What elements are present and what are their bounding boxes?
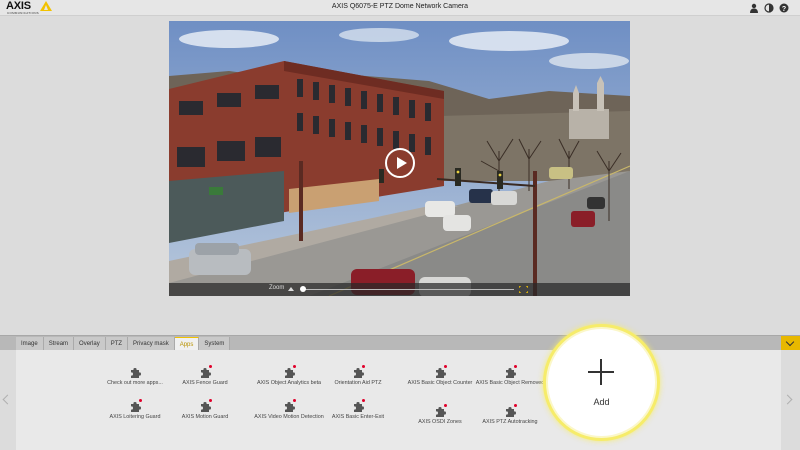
puzzle-icon	[434, 404, 447, 417]
status-dot-icon	[362, 399, 365, 402]
app-tile[interactable]: AXIS PTZ Autotracking	[465, 404, 555, 426]
puzzle-icon	[283, 399, 296, 412]
app-tile[interactable]: Orientation Aid PTZ	[313, 365, 403, 387]
status-dot-icon	[209, 399, 212, 402]
puzzle-icon	[434, 365, 447, 378]
app-tile[interactable]: AXIS Fence Guard	[160, 365, 250, 387]
help-icon[interactable]: ?	[779, 3, 789, 13]
page-title: AXIS Q6075-E PTZ Dome Network Camera	[331, 3, 469, 10]
zoom-slider[interactable]	[302, 289, 514, 290]
tab-apps[interactable]: Apps	[174, 337, 200, 351]
puzzle-icon	[129, 399, 142, 412]
puzzle-icon	[504, 365, 517, 378]
svg-text:?: ?	[782, 6, 786, 13]
user-icon[interactable]	[749, 3, 759, 13]
app-label: AXIS Fence Guard	[182, 380, 228, 386]
zoom-label: Zoom	[269, 285, 285, 291]
app-label: AXIS Motion Guard	[181, 414, 229, 420]
app-tile[interactable]: AXIS Motion Guard	[160, 399, 250, 421]
collapse-panel-button[interactable]	[781, 336, 800, 350]
top-bar: AXIS COMMUNICATIONS AXIS Q6075-E PTZ Dom…	[0, 0, 800, 16]
chevron-left-icon	[2, 394, 13, 405]
focus-icon[interactable]	[519, 286, 528, 293]
puzzle-icon	[504, 404, 517, 417]
tab-ptz[interactable]: PTZ	[105, 337, 129, 351]
plus-icon	[588, 359, 614, 385]
status-dot-icon	[293, 399, 296, 402]
puzzle-icon	[129, 366, 141, 378]
logo-subtext: COMMUNICATIONS	[7, 11, 39, 15]
status-dot-icon	[362, 365, 365, 368]
status-dot-icon	[139, 399, 142, 402]
puzzle-icon	[352, 399, 365, 412]
app-label: AXIS PTZ Autotracking	[482, 419, 538, 425]
puzzle-icon	[199, 365, 212, 378]
puzzle-icon	[352, 365, 365, 378]
tab-list: Image Stream Overlay PTZ Privacy mask Ap…	[16, 337, 231, 351]
status-dot-icon	[293, 365, 296, 368]
tab-stream[interactable]: Stream	[43, 337, 75, 351]
app-label: AXIS Basic Enter-Exit	[331, 414, 385, 420]
tab-system[interactable]: System	[199, 337, 231, 351]
chevron-right-icon	[782, 394, 793, 405]
app-label: Orientation Aid PTZ	[334, 380, 382, 386]
status-dot-icon	[209, 365, 212, 368]
puzzle-icon	[199, 399, 212, 412]
status-dot-icon	[444, 404, 447, 407]
app-tile[interactable]: AXIS Basic Enter-Exit	[313, 399, 403, 421]
contrast-icon[interactable]	[764, 3, 774, 13]
tab-overlay[interactable]: Overlay	[74, 337, 106, 351]
add-button-label: Add	[593, 397, 610, 407]
tab-image[interactable]: Image	[16, 337, 44, 351]
settings-tab-bar: Image Stream Overlay PTZ Privacy mask Ap…	[0, 335, 800, 351]
live-video-view[interactable]: Zoom	[169, 21, 630, 296]
app-tile[interactable]: AXIS Basic Object Removed	[465, 365, 555, 387]
tab-privacy-mask[interactable]: Privacy mask	[128, 337, 175, 351]
status-dot-icon	[514, 404, 517, 407]
play-button[interactable]	[385, 148, 415, 178]
scroll-right-button[interactable]	[781, 350, 797, 450]
status-dot-icon	[514, 365, 517, 368]
puzzle-icon	[283, 365, 296, 378]
app-label: AXIS Basic Object Removed	[475, 380, 545, 386]
zoom-bar: Zoom	[169, 283, 630, 296]
status-dot-icon	[444, 365, 447, 368]
scroll-left-button[interactable]	[0, 350, 16, 450]
zoom-slider-handle[interactable]	[300, 286, 306, 292]
zoom-in-icon[interactable]	[288, 287, 294, 291]
